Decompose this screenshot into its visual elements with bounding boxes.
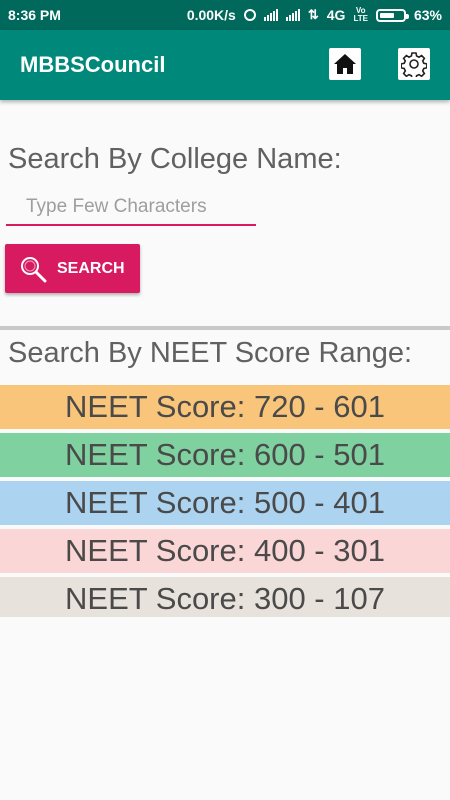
signal-icon xyxy=(263,9,278,21)
signal-icon-2 xyxy=(285,9,300,21)
score-range-720-601[interactable]: NEET Score: 720 - 601 xyxy=(0,385,450,429)
status-bar: 8:36 PM 0.00K/s ⇅ 4G Vo LTE 63% xyxy=(0,0,450,30)
search-button-label: SEARCH xyxy=(57,259,125,277)
alarm-icon xyxy=(243,9,256,21)
score-range-300-107[interactable]: NEET Score: 300 - 107 xyxy=(0,577,450,617)
magnifier-icon xyxy=(21,256,47,282)
settings-button[interactable] xyxy=(398,48,430,80)
score-range-400-301[interactable]: NEET Score: 400 - 301 xyxy=(0,529,450,573)
volte-bottom: LTE xyxy=(353,14,368,23)
wifi-off-icon: ⇅ xyxy=(307,7,319,22)
home-icon xyxy=(334,54,356,74)
score-range-list: NEET Score: 720 - 601 NEET Score: 600 - … xyxy=(0,385,450,617)
score-range-500-401[interactable]: NEET Score: 500 - 401 xyxy=(0,481,450,525)
gear-icon xyxy=(401,52,427,77)
volte-icon: Vo LTE xyxy=(353,7,368,23)
neet-score-label: Search By NEET Score Range: xyxy=(8,337,413,369)
status-indicators: 0.00K/s ⇅ 4G Vo LTE 63% xyxy=(186,7,442,24)
network-type: 4G xyxy=(326,7,346,23)
battery-icon xyxy=(375,8,409,22)
app-bar: MBBSCouncil xyxy=(0,30,450,100)
score-range-600-501[interactable]: NEET Score: 600 - 501 xyxy=(0,433,450,477)
battery-level xyxy=(379,12,394,18)
network-speed: 0.00K/s xyxy=(186,7,236,23)
status-time: 8:36 PM xyxy=(8,7,61,23)
section-divider xyxy=(0,326,450,330)
college-name-input[interactable] xyxy=(6,190,256,226)
home-button[interactable] xyxy=(329,48,361,80)
battery-percent: 63% xyxy=(413,7,442,23)
college-search-label: Search By College Name: xyxy=(8,143,342,175)
search-button[interactable]: SEARCH xyxy=(5,244,140,293)
app-title: MBBSCouncil xyxy=(20,52,166,77)
